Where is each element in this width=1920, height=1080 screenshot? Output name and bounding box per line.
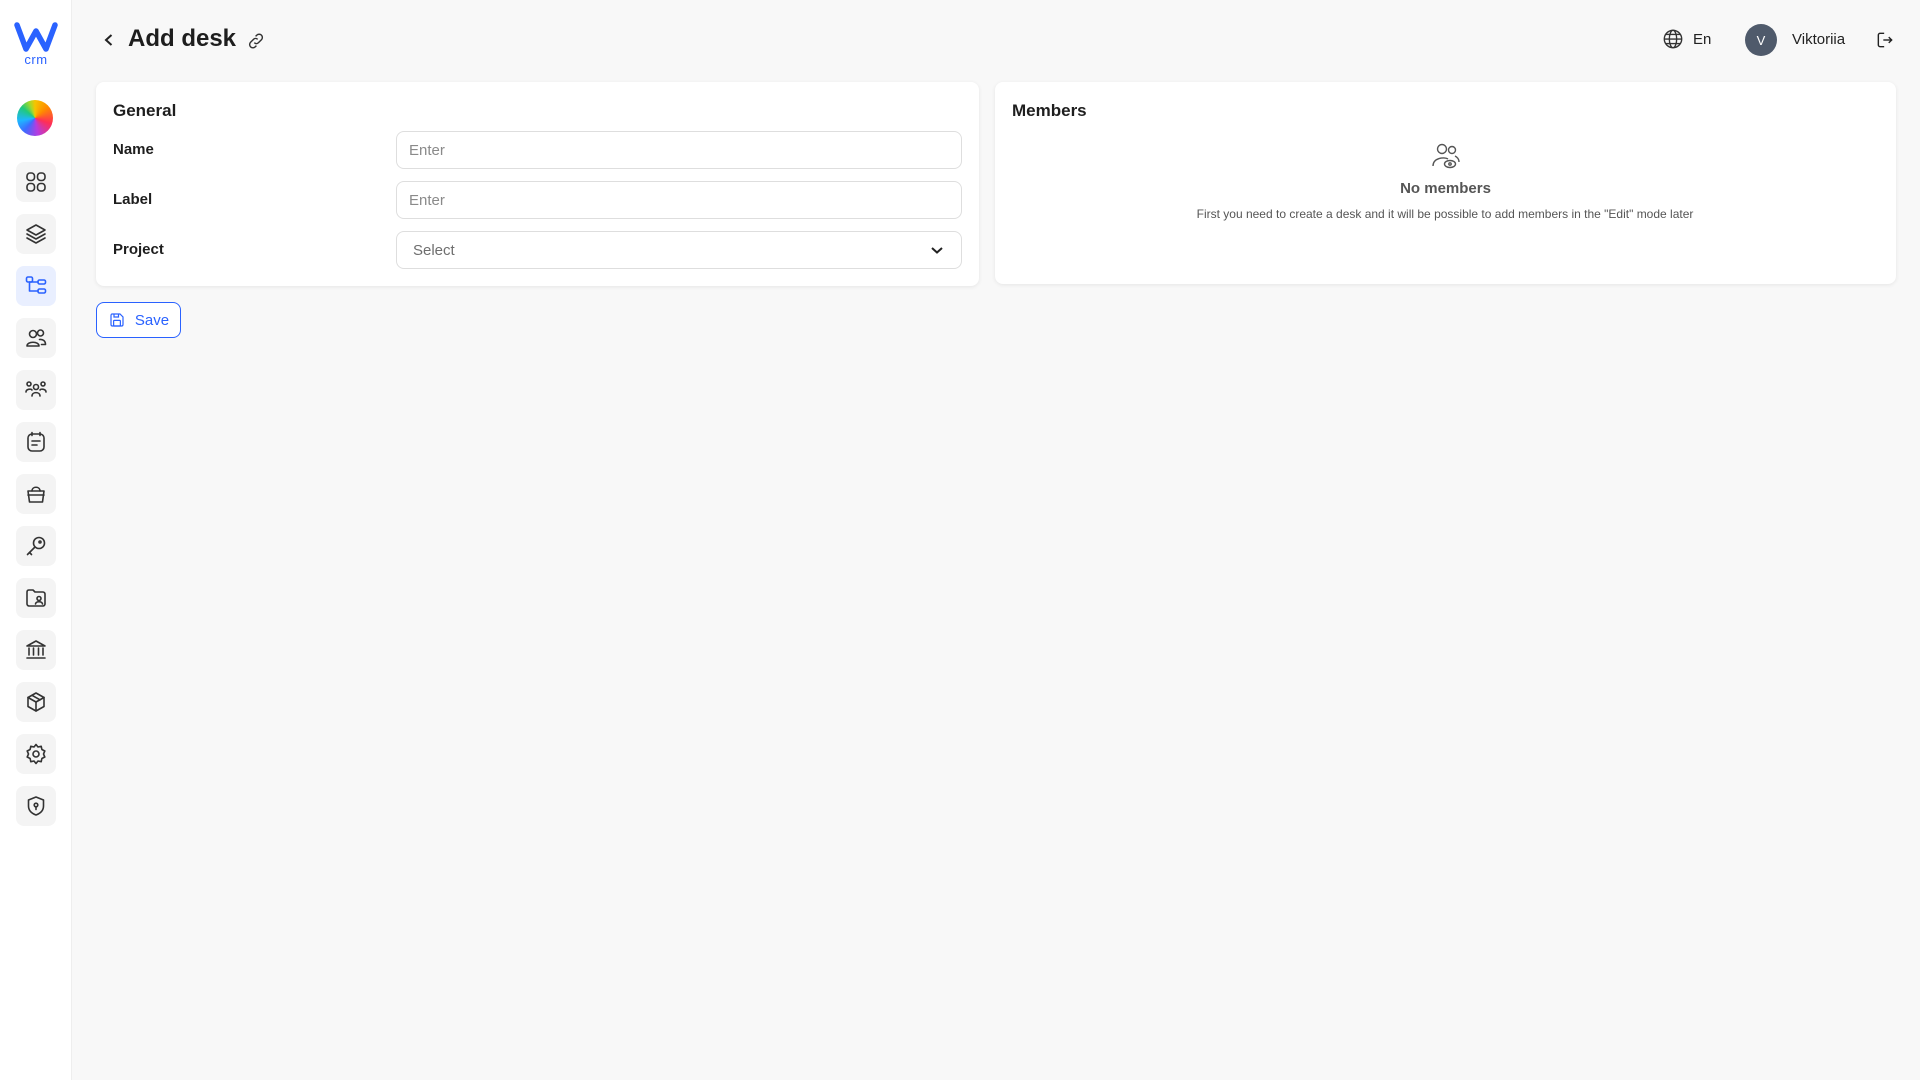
sidebar-item-teams[interactable] [16,370,56,410]
label-label: Label [113,191,153,208]
general-card-title: General [113,101,177,120]
sidebar-item-folders[interactable] [16,578,56,618]
language-switcher[interactable]: En [1662,28,1711,50]
sidebar-item-layers[interactable] [16,214,56,254]
dashboard-grid-icon [26,172,46,192]
name-input[interactable] [396,131,962,169]
name-label: Name [113,141,154,158]
layers-icon [26,224,46,244]
save-button[interactable]: Save [96,302,181,338]
logo-sub-text: crm [24,52,48,67]
chevron-down-icon [931,247,943,254]
save-button-label: Save [134,311,170,329]
theme-color-wheel-icon[interactable] [17,100,53,136]
project-label: Project [113,241,164,258]
basket-icon [27,486,45,503]
project-select-value: Select [413,241,455,259]
logout-button[interactable] [1873,28,1897,52]
user-name[interactable]: Viktoriia [1792,31,1845,48]
logout-icon [1877,32,1893,48]
key-icon [26,536,46,556]
notes-icon [27,431,45,452]
team-icon [25,381,47,397]
sidebar-item-dashboard[interactable] [16,162,56,202]
sidebar-item-notes[interactable] [16,422,56,462]
general-card: General Name Label Project Select [96,82,979,286]
sidebar-item-products[interactable] [16,682,56,722]
sidebar-item-bank[interactable] [16,630,56,670]
no-members-title: No members [1400,180,1491,197]
page-title: Add desk [128,25,237,52]
box-icon [27,692,45,712]
avatar[interactable]: V [1745,24,1777,56]
hierarchy-icon [25,276,47,294]
sidebar-item-keys[interactable] [16,526,56,566]
project-select[interactable]: Select [396,231,962,269]
copy-link-button[interactable] [244,29,268,53]
users-icon [26,329,47,347]
folder-user-icon [26,589,46,607]
sidebar-item-basket[interactable] [16,474,56,514]
no-members-icon [1430,140,1462,172]
save-icon [110,313,124,327]
sidebar-item-desks[interactable] [16,266,56,306]
logo[interactable]: crm [14,22,58,68]
shield-icon [27,796,45,816]
no-members-description: First you need to create a desk and it w… [1196,207,1694,221]
sidebar-item-settings[interactable] [16,734,56,774]
label-input[interactable] [396,181,962,219]
link-icon [248,33,264,49]
globe-icon [1663,29,1683,49]
back-button[interactable] [98,29,120,51]
members-card: Members No members First you need to cre… [995,82,1896,284]
sidebar: crm [0,0,72,1080]
logo-w-icon [14,22,58,52]
sidebar-item-security[interactable] [16,786,56,826]
sidebar-item-users[interactable] [16,318,56,358]
chevron-left-icon [104,34,113,46]
members-card-title: Members [1012,101,1087,120]
bank-icon [26,640,46,659]
gear-icon [26,743,46,765]
language-label: En [1693,30,1712,48]
